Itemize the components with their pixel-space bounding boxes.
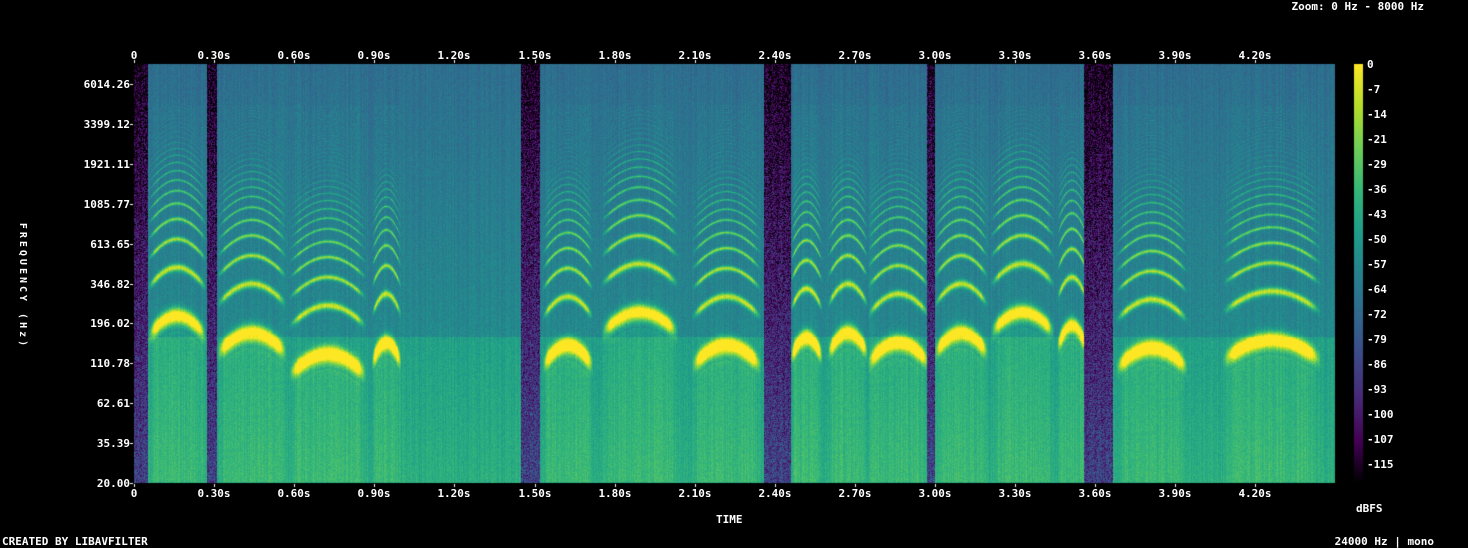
x-tick-label: 4.20s — [1238, 49, 1272, 62]
x-tick-label: 3.00s — [918, 49, 952, 62]
colorbar-tick-label: -7 — [1367, 83, 1381, 96]
x-tick-label: 0.90s — [357, 487, 391, 500]
x-tick-label: 3.00s — [918, 487, 952, 500]
x-axis-title: TIME — [716, 513, 743, 526]
colorbar-tick-label: -86 — [1367, 358, 1387, 371]
colorbar-tick-label: -115 — [1367, 458, 1394, 471]
x-tick-label: 1.20s — [437, 487, 471, 500]
y-tick-label: 6014.26 — [83, 78, 130, 91]
x-tick-label: 4.20s — [1238, 487, 1272, 500]
colorbar-unit: dBFS — [1356, 502, 1383, 515]
created-by-label: CREATED BY LIBAVFILTER — [2, 535, 148, 548]
x-tick-label: 3.60s — [1078, 487, 1112, 500]
colorbar-tick-label: -93 — [1367, 383, 1387, 396]
x-tick-label: 1.50s — [518, 49, 552, 62]
sample-info-label: 24000 Hz | mono — [1334, 535, 1434, 548]
x-tick-label: 3.30s — [998, 487, 1032, 500]
x-tick-label: 0.30s — [197, 49, 231, 62]
x-tick-label: 0 — [130, 49, 138, 62]
y-tick-label: 196.02 — [90, 317, 130, 330]
colorbar-tick-label: -36 — [1367, 183, 1387, 196]
y-axis-title: FREQUENCY (Hz) — [17, 222, 28, 350]
x-tick-label: 2.10s — [678, 487, 712, 500]
x-tick-label: 1.50s — [518, 487, 552, 500]
x-tick-label: 0.60s — [277, 49, 311, 62]
x-tick-label: 0.90s — [357, 49, 391, 62]
colorbar-tick-label: -29 — [1367, 158, 1387, 171]
colorbar-tick-label: -43 — [1367, 208, 1387, 221]
colorbar-tick-label: -79 — [1367, 333, 1387, 346]
x-tick-label: 1.80s — [598, 487, 632, 500]
y-tick-label: 346.82 — [90, 278, 130, 291]
x-tick-label: 2.70s — [838, 487, 872, 500]
x-tick-label: 1.80s — [598, 49, 632, 62]
x-tick-label: 2.40s — [758, 487, 792, 500]
x-tick-label: 0.60s — [277, 487, 311, 500]
x-tick-label: 3.90s — [1158, 487, 1192, 500]
colorbar-tick-label: -107 — [1367, 433, 1394, 446]
x-tick-label: 3.60s — [1078, 49, 1112, 62]
x-tick-label: 2.70s — [838, 49, 872, 62]
x-tick-label: 0 — [130, 487, 138, 500]
y-tick-label: 110.78 — [90, 357, 130, 370]
y-tick-label: 1085.77 — [83, 198, 130, 211]
colorbar-tick-label: -14 — [1367, 108, 1387, 121]
y-tick-label: 1921.11 — [83, 158, 130, 171]
colorbar-tick-label: -100 — [1367, 408, 1394, 421]
y-tick-label: 613.65 — [90, 238, 130, 251]
colorbar-tick-label: -72 — [1367, 308, 1387, 321]
zoom-readout: Zoom: 0 Hz - 8000 Hz — [1291, 0, 1424, 13]
colorbar-tick-label: -50 — [1367, 233, 1387, 246]
x-tick-label: 2.40s — [758, 49, 792, 62]
colorbar-tick-label: -21 — [1367, 133, 1387, 146]
colorbar-tick-label: -57 — [1367, 258, 1387, 271]
x-tick-label: 0.30s — [197, 487, 231, 500]
y-tick-label: 3399.12 — [83, 118, 130, 131]
x-tick-label: 3.90s — [1158, 49, 1192, 62]
y-tick-label: 20.00 — [96, 477, 130, 490]
x-tick-label: 1.20s — [437, 49, 471, 62]
y-tick-label: 62.61 — [96, 397, 130, 410]
y-tick-label: 35.39 — [96, 437, 130, 450]
colorbar-tick-label: -64 — [1367, 283, 1387, 296]
x-tick-label: 3.30s — [998, 49, 1032, 62]
x-tick-label: 2.10s — [678, 49, 712, 62]
spectrogram-plot — [0, 0, 1468, 548]
colorbar-tick-label: 0 — [1367, 58, 1374, 71]
